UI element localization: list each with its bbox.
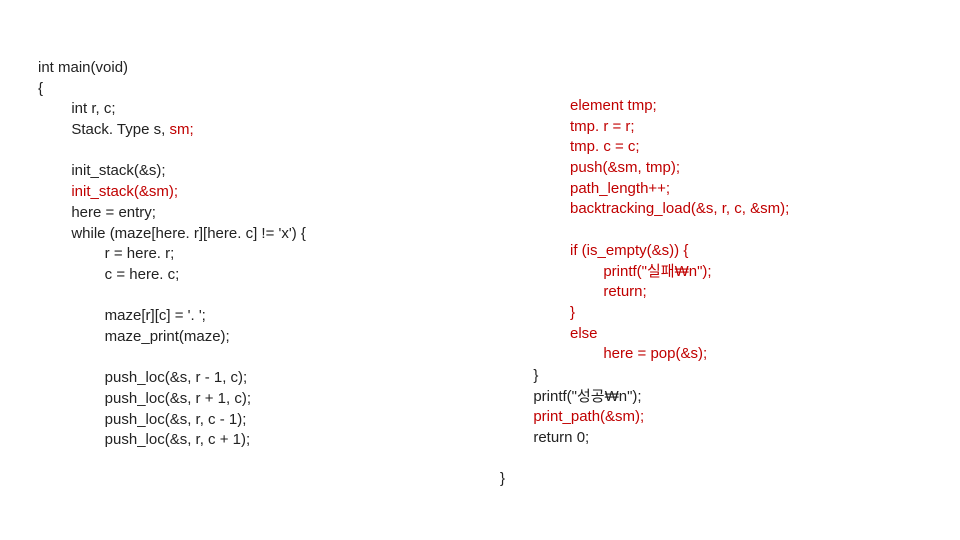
code-line: push_loc(&s, r, c + 1); [38,431,250,448]
code-slide: int main(void) { int r, c; Stack. Type s… [0,0,960,540]
code-line: printf("실패₩n"); [570,263,712,280]
code-line: push(&sm, tmp); [570,159,680,176]
code-line: backtracking_load(&s, r, c, &sm); [570,200,789,217]
code-line: element tmp; [570,97,657,114]
code-line: maze[r][c] = '. '; [38,307,206,324]
code-line: maze_print(maze); [38,328,230,345]
code-line: tmp. c = c; [570,138,640,155]
code-line: init_stack(&s); [38,162,166,179]
code-line: c = here. c; [38,266,179,283]
code-line: return; [570,283,647,300]
code-line: push_loc(&s, r, c - 1); [38,411,246,428]
code-line: } [500,367,538,384]
code-line: here = entry; [38,204,156,221]
code-line: } [570,304,575,321]
code-bottom-block: } printf("성공₩n"); print_path(&sm); retur… [500,366,644,449]
code-right-column: element tmp; tmp. r = r; tmp. c = c; pus… [570,96,789,365]
code-line: tmp. r = r; [570,118,635,135]
code-line: here = pop(&s); [570,345,707,362]
code-line: return 0; [500,429,589,446]
code-line: path_length++; [570,180,670,197]
code-line: else [570,325,598,342]
code-line-highlight: init_stack(&sm); [38,183,178,200]
code-line: r = here. r; [38,245,174,262]
code-line: int main(void) [38,59,128,76]
highlight-sm: sm; [169,121,193,138]
code-line: printf("성공₩n"); [500,388,642,405]
code-line: if (is_empty(&s)) { [570,242,688,259]
code-left-column: int main(void) { int r, c; Stack. Type s… [38,58,306,451]
code-line: int r, c; [38,100,116,117]
code-line: Stack. Type s, sm; [38,121,194,138]
code-line-highlight: print_path(&sm); [500,408,644,425]
code-line: while (maze[here. r][here. c] != 'x') { [38,225,306,242]
code-line: push_loc(&s, r - 1, c); [38,369,247,386]
code-line: { [38,80,43,97]
code-line: push_loc(&s, r + 1, c); [38,390,251,407]
closing-brace: } [500,470,505,487]
